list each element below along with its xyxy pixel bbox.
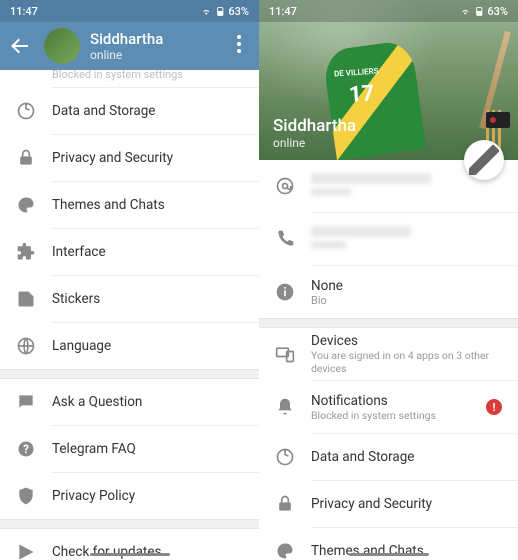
- chat-icon: [16, 392, 36, 412]
- jersey-number: 17: [348, 81, 375, 108]
- wifi-icon: [460, 6, 471, 17]
- item-label: Themes and Chats: [311, 543, 424, 559]
- header-meta[interactable]: Siddhartha online: [90, 30, 227, 62]
- more-button[interactable]: [227, 32, 251, 60]
- battery-icon: [215, 4, 226, 18]
- svg-text:?: ?: [23, 442, 29, 456]
- item-label: Telegram FAQ: [52, 441, 136, 457]
- devices-row[interactable]: Devices You are signed in on 4 apps on 3…: [259, 328, 518, 380]
- item-privacy[interactable]: Privacy and Security: [259, 481, 518, 527]
- nav-pill[interactable]: [349, 553, 429, 556]
- item-label: Language: [52, 338, 111, 354]
- clock: 11:47: [10, 5, 201, 18]
- battery-icon: [474, 4, 485, 18]
- profile-hero[interactable]: DE VILLIERS 17 Siddhartha online: [259, 0, 518, 160]
- item-privacy[interactable]: Privacy and Security: [0, 135, 259, 181]
- item-label: Interface: [52, 244, 106, 260]
- settings-list: Blocked in system settings Data and Stor…: [0, 70, 259, 560]
- help-icon: ?: [16, 439, 36, 459]
- back-button[interactable]: [8, 34, 32, 58]
- lock-icon: [275, 494, 295, 514]
- item-label: Privacy and Security: [311, 496, 432, 512]
- profile-status: online: [273, 136, 356, 150]
- bell-icon: [275, 397, 295, 417]
- header-name: Siddhartha: [90, 30, 227, 48]
- alert-badge: !: [486, 399, 502, 415]
- notifications-row[interactable]: Notifications Blocked in system settings…: [259, 381, 518, 433]
- play-icon: [16, 542, 36, 560]
- item-label: Privacy Policy: [52, 488, 135, 504]
- phone-icon: [275, 229, 295, 249]
- item-label: Themes and Chats: [52, 197, 165, 213]
- item-label: Stickers: [52, 291, 100, 307]
- status-bar: 11:47 63%: [259, 0, 518, 22]
- item-stickers[interactable]: Stickers: [0, 276, 259, 322]
- bio-row[interactable]: None Bio: [259, 266, 518, 318]
- item-label: Privacy and Security: [52, 150, 173, 166]
- battery-pct: 63%: [228, 5, 249, 18]
- sticker-icon: [16, 289, 36, 309]
- palette-icon: [275, 541, 295, 560]
- clock: 11:47: [269, 5, 460, 18]
- notif-label: Notifications: [311, 393, 486, 409]
- bio-label: Bio: [311, 294, 502, 307]
- edit-fab[interactable]: [464, 140, 504, 180]
- item-label: Data and Storage: [52, 103, 155, 119]
- profile-name: Siddhartha: [273, 116, 356, 136]
- item-themes[interactable]: Themes and Chats: [0, 182, 259, 228]
- palette-icon: [16, 195, 36, 215]
- puzzle-icon: [16, 242, 36, 262]
- profile-list: None Bio Devices You are signed in on 4 …: [259, 160, 518, 560]
- wifi-icon: [201, 6, 212, 17]
- header-status: online: [90, 48, 227, 62]
- bio-value: None: [311, 278, 502, 294]
- phone-row[interactable]: [259, 213, 518, 265]
- at-icon: [275, 176, 295, 196]
- status-bar: 11:47 63%: [0, 0, 259, 22]
- status-icons: 63%: [201, 4, 249, 18]
- notif-sub: Blocked in system settings: [311, 409, 486, 422]
- shield-icon: [16, 486, 36, 506]
- devices-label: Devices: [311, 333, 502, 349]
- hero-meta: Siddhartha online: [273, 116, 356, 150]
- avatar[interactable]: [44, 28, 80, 64]
- item-interface[interactable]: Interface: [0, 229, 259, 275]
- data-icon: [275, 447, 295, 467]
- item-label: Data and Storage: [311, 449, 414, 465]
- devices-icon: [275, 344, 295, 364]
- globe-icon: [16, 336, 36, 356]
- lock-icon: [16, 148, 36, 168]
- item-data-storage[interactable]: Data and Storage: [0, 88, 259, 134]
- status-icons: 63%: [460, 4, 508, 18]
- item-label: Ask a Question: [52, 394, 142, 410]
- item-policy[interactable]: Privacy Policy: [0, 473, 259, 519]
- info-icon: [275, 282, 295, 302]
- app-bar: Siddhartha online: [0, 22, 259, 70]
- blocked-hint: Blocked in system settings: [0, 70, 259, 87]
- nav-pill[interactable]: [90, 553, 170, 556]
- hero-tv: [486, 112, 510, 128]
- item-faq[interactable]: ? Telegram FAQ: [0, 426, 259, 472]
- item-ask[interactable]: Ask a Question: [0, 379, 259, 425]
- settings-screen-left: 11:47 63% Siddhartha online Blocked in s…: [0, 0, 259, 560]
- profile-screen-right: 11:47 63% DE VILLIERS 17 Siddhartha onli…: [259, 0, 518, 560]
- item-label: Check for updates: [52, 544, 161, 560]
- battery-pct: 63%: [487, 5, 508, 18]
- data-icon: [16, 101, 36, 121]
- devices-sub: You are signed in on 4 apps on 3 other d…: [311, 349, 502, 375]
- item-data-storage[interactable]: Data and Storage: [259, 434, 518, 480]
- item-language[interactable]: Language: [0, 323, 259, 369]
